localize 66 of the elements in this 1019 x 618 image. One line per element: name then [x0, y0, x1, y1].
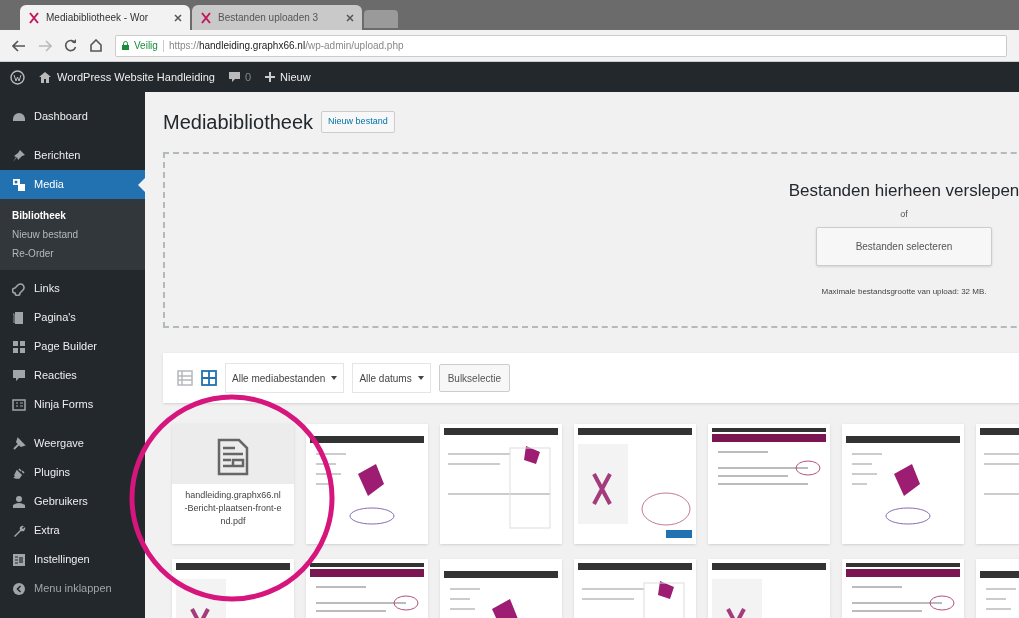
- drop-heading: Bestanden hierheen verslepen: [788, 180, 1019, 202]
- sidebar-menu-item[interactable]: Menu inklappen: [0, 574, 145, 603]
- sidebar-menu-item[interactable]: Pagina's: [0, 303, 145, 332]
- form-icon: [12, 397, 26, 412]
- secure-label: Veilig: [134, 39, 158, 53]
- sidebar-menu-item[interactable]: Extra: [0, 516, 145, 545]
- link-icon: [12, 281, 26, 296]
- close-icon[interactable]: [174, 13, 182, 22]
- site-name-link[interactable]: WordPress Website Handleiding: [39, 68, 215, 86]
- grid-view-icon[interactable]: [201, 370, 217, 386]
- submenu-item[interactable]: Nieuw bestand: [0, 225, 145, 244]
- sidebar-menu-item[interactable]: Instellingen: [0, 545, 145, 574]
- file-name: handleiding.graphx66.nl-Bericht-plaatsen-front-end.pdf: [172, 484, 294, 544]
- caret-icon: [331, 376, 338, 380]
- media-icon: [12, 177, 26, 192]
- close-icon[interactable]: [346, 13, 354, 22]
- submenu-item[interactable]: Re-Order: [0, 244, 145, 263]
- sidebar-menu-item[interactable]: Ninja Forms: [0, 390, 145, 419]
- new-link[interactable]: Nieuw: [265, 68, 311, 86]
- sidebar-menu-item[interactable]: Reacties: [0, 361, 145, 390]
- settings-icon: [12, 552, 26, 567]
- speech-bubble-icon: [228, 71, 240, 83]
- person-icon: [12, 494, 26, 509]
- select-files-button[interactable]: Bestanden selecteren: [816, 227, 992, 266]
- pushpin-icon: [12, 148, 26, 163]
- pages-icon: [12, 310, 26, 325]
- sidebar-menu-item[interactable]: Links: [0, 274, 145, 303]
- sidebar-menu-item[interactable]: Gebruikers: [0, 487, 145, 516]
- sidebar-menu-item[interactable]: Plugins: [0, 458, 145, 487]
- url-text: https://handleiding.graphx66.nl/wp-admin/upload.php: [168, 39, 404, 53]
- home-icon: [39, 71, 51, 83]
- wordpress-logo-icon[interactable]: [10, 69, 25, 85]
- or-text: of: [900, 207, 908, 221]
- media-file-tile[interactable]: handleiding.graphx66.nl-Bericht-plaatsen-front-end.pdf: [172, 424, 294, 544]
- sidebar-menu-item[interactable]: Dashboard: [0, 102, 145, 131]
- caret-icon: [417, 376, 424, 380]
- max-size-text: Maximale bestandsgrootte van upload: 32 MB.: [821, 286, 987, 298]
- plus-icon: [265, 72, 276, 82]
- comments-link[interactable]: 0: [228, 68, 252, 86]
- site-favicon-icon: [200, 11, 212, 24]
- paintbrush-icon: [12, 436, 26, 451]
- add-new-button[interactable]: Nieuw bestand: [321, 111, 395, 133]
- grid-icon: [12, 339, 26, 354]
- browser-tab[interactable]: Bestanden uploaden 3: [192, 5, 362, 30]
- dropdown[interactable]: Alle datums: [352, 363, 431, 393]
- sidebar-menu-item[interactable]: Weergave: [0, 429, 145, 458]
- document-icon: [217, 438, 249, 476]
- back-icon[interactable]: [12, 39, 26, 52]
- home-icon[interactable]: [89, 39, 103, 52]
- site-favicon-icon: [28, 11, 40, 24]
- speech-bubble-icon: [12, 368, 26, 383]
- current-item-pointer-icon: [138, 178, 145, 192]
- page-title: Mediabibliotheek: [163, 110, 314, 135]
- sidebar-menu-item[interactable]: Media: [0, 170, 145, 199]
- lock-icon: [122, 41, 129, 50]
- wrench-icon: [12, 523, 26, 538]
- address-bar[interactable]: Veilig https://handleiding.graphx66.nl/wp-admin/upload.php: [115, 34, 1007, 57]
- submenu-item[interactable]: Bibliotheek: [0, 206, 145, 225]
- browser-tab[interactable]: Mediabibliotheek - Wor: [20, 5, 190, 30]
- sidebar-menu-item[interactable]: Page Builder: [0, 332, 145, 361]
- sidebar-menu-item[interactable]: Berichten: [0, 141, 145, 170]
- plug-icon: [12, 465, 26, 480]
- bulk-select-button[interactable]: Bulkselectie: [438, 364, 510, 392]
- collapse-icon: [12, 581, 26, 596]
- reload-icon[interactable]: [64, 39, 77, 52]
- dropdown[interactable]: Alle mediabestanden: [225, 363, 345, 393]
